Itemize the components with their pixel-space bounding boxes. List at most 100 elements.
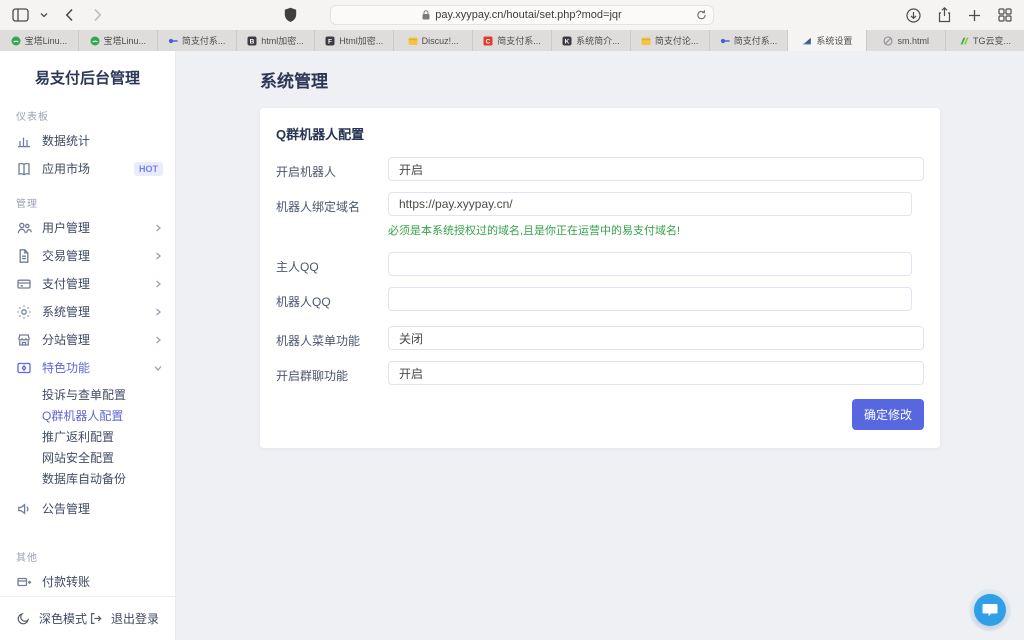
sidebar-item-label: 公告管理	[42, 500, 90, 517]
dark-mode-toggle[interactable]: 深色模式	[16, 610, 87, 627]
users-icon	[16, 220, 32, 236]
submenu-item-security[interactable]: 网站安全配置	[0, 447, 175, 468]
tab-discuz[interactable]: Discuz!...	[394, 30, 473, 51]
tab-baota-2[interactable]: 宝塔Linu...	[79, 30, 158, 51]
robot-config-card: Q群机器人配置 开启机器人 机器人绑定域名 必须是本系统授权过的域名,且是你正在…	[260, 108, 940, 448]
sidebar-item-users[interactable]: 用户管理	[0, 214, 175, 242]
new-tab-icon[interactable]	[968, 9, 981, 22]
dark-mode-label: 深色模式	[39, 610, 87, 627]
enable-robot-input[interactable]	[388, 157, 924, 181]
apps-icon	[16, 360, 32, 376]
sidebar-item-featured[interactable]: 特色功能	[0, 354, 175, 382]
robot-qq-input[interactable]	[388, 287, 912, 311]
sidebar-item-label: 应用市场	[42, 160, 90, 177]
tab-sm-html[interactable]: sm.html	[867, 30, 946, 51]
svg-text:B: B	[250, 38, 255, 45]
green-slashes-icon	[959, 36, 969, 46]
sidebar-item-substation[interactable]: 分站管理	[0, 326, 175, 354]
transfer-icon	[16, 574, 32, 590]
owner-qq-input[interactable]	[388, 252, 912, 276]
tab-html-encrypt-2[interactable]: F Html加密...	[315, 30, 394, 51]
hot-badge: HOT	[134, 162, 163, 176]
blue-key-icon	[720, 36, 730, 46]
field-label: 开启机器人	[276, 157, 388, 181]
field-label: 机器人菜单功能	[276, 326, 388, 350]
sidebar-footer: 深色模式 退出登录	[0, 596, 175, 640]
chevron-right-icon	[153, 335, 163, 345]
browser-tab-bar: 宝塔Linu... 宝塔Linu... 简支付系... B html加密... …	[0, 30, 1024, 51]
svg-text:F: F	[328, 38, 332, 45]
sidebar-item-system[interactable]: 系统管理	[0, 298, 175, 326]
sidebar-item-payment[interactable]: 支付管理	[0, 270, 175, 298]
section-label-other: 其他	[16, 549, 159, 564]
submenu-item-rebate[interactable]: 推广返利配置	[0, 426, 175, 447]
tab-epay-forum[interactable]: 简支付论...	[631, 30, 710, 51]
lock-icon	[422, 10, 430, 20]
group-chat-input[interactable]	[388, 361, 924, 385]
tab-baota-1[interactable]: 宝塔Linu...	[0, 30, 79, 51]
dark-square-b-icon: B	[247, 36, 257, 46]
chat-widget-button[interactable]	[974, 594, 1006, 626]
submenu-item-backup[interactable]: 数据库自动备份	[0, 468, 175, 489]
confirm-submit-button[interactable]: 确定修改	[852, 399, 924, 430]
tab-label: Discuz!...	[422, 36, 459, 46]
slashed-circle-icon	[883, 36, 893, 46]
tab-label: 宝塔Linu...	[25, 34, 68, 47]
back-icon[interactable]	[65, 8, 74, 22]
url-bar[interactable]: pay.xyypay.cn/houtai/set.php?mod=jqr	[330, 5, 714, 25]
sidebar-item-label: 分站管理	[42, 331, 90, 348]
tab-epay-1[interactable]: 简支付系...	[158, 30, 237, 51]
tab-html-encrypt-1[interactable]: B html加密...	[237, 30, 316, 51]
tab-tg-cloud[interactable]: TG云变...	[946, 30, 1024, 51]
url-text: pay.xyypay.cn/houtai/set.php?mod=jqr	[435, 9, 621, 21]
downloads-icon[interactable]	[906, 8, 921, 23]
yellow-box-icon	[641, 36, 651, 46]
dark-square-k-icon: K	[562, 36, 572, 46]
tab-system-settings-active[interactable]: 系统设置	[788, 30, 867, 51]
form-row-enable-robot: 开启机器人	[276, 157, 924, 181]
share-icon[interactable]	[938, 7, 951, 23]
tab-label: 系统设置	[816, 34, 852, 47]
submenu-item-complaint[interactable]: 投诉与查单配置	[0, 384, 175, 405]
bind-domain-input[interactable]	[388, 192, 912, 216]
sidebar-item-label: 特色功能	[42, 359, 90, 376]
card-icon	[16, 276, 32, 292]
file-icon	[16, 248, 32, 264]
sidebar-item-announce[interactable]: 公告管理	[0, 495, 175, 523]
sidebar-item-trade[interactable]: 交易管理	[0, 242, 175, 270]
speaker-icon	[16, 501, 32, 517]
sidebar-item-market[interactable]: 应用市场 HOT	[0, 155, 175, 183]
svg-text:K: K	[565, 38, 570, 45]
chevron-right-icon	[153, 279, 163, 289]
toolbar-right-group	[906, 0, 1012, 30]
forward-icon[interactable]	[93, 8, 102, 22]
tab-system-intro[interactable]: K 系统简介...	[552, 30, 631, 51]
form-row-owner-qq: 主人QQ	[276, 252, 924, 276]
tab-overview-icon[interactable]	[998, 8, 1012, 22]
tab-label: 简支付论...	[655, 34, 699, 47]
tab-epay-3[interactable]: 简支付系...	[710, 30, 789, 51]
privacy-shield-icon[interactable]	[284, 7, 297, 28]
field-label: 主人QQ	[276, 252, 388, 276]
sidebar-item-transfer[interactable]: 付款转账	[0, 568, 175, 596]
domain-help-text: 必须是本系统授权过的域名,且是你正在运营中的易支付域名!	[388, 222, 912, 238]
sidebar-item-stats[interactable]: 数据统计	[0, 127, 175, 155]
sidebar-item-label: 交易管理	[42, 247, 90, 264]
robot-menu-input[interactable]	[388, 326, 924, 350]
moon-icon	[16, 611, 31, 626]
logout-icon	[88, 611, 103, 626]
featured-submenu: 投诉与查单配置 Q群机器人配置 推广返利配置 网站安全配置 数据库自动备份	[0, 384, 175, 489]
field-label: 开启群聊功能	[276, 361, 388, 385]
tab-epay-2[interactable]: C 简支付系...	[473, 30, 552, 51]
tab-label: sm.html	[897, 36, 929, 46]
chevron-right-icon	[153, 307, 163, 317]
refresh-icon[interactable]	[696, 9, 707, 24]
sidebar-item-label: 付款转账	[42, 573, 90, 590]
logout-button[interactable]: 退出登录	[88, 610, 159, 627]
dark-square-f-icon: F	[325, 36, 335, 46]
tab-label: 简支付系...	[497, 34, 541, 47]
submenu-item-qq-robot-active[interactable]: Q群机器人配置	[0, 405, 175, 426]
sidebar-toggle-icon[interactable]	[12, 8, 29, 22]
tab-label: 系统简介...	[576, 34, 620, 47]
chevron-down-icon[interactable]	[40, 12, 48, 18]
